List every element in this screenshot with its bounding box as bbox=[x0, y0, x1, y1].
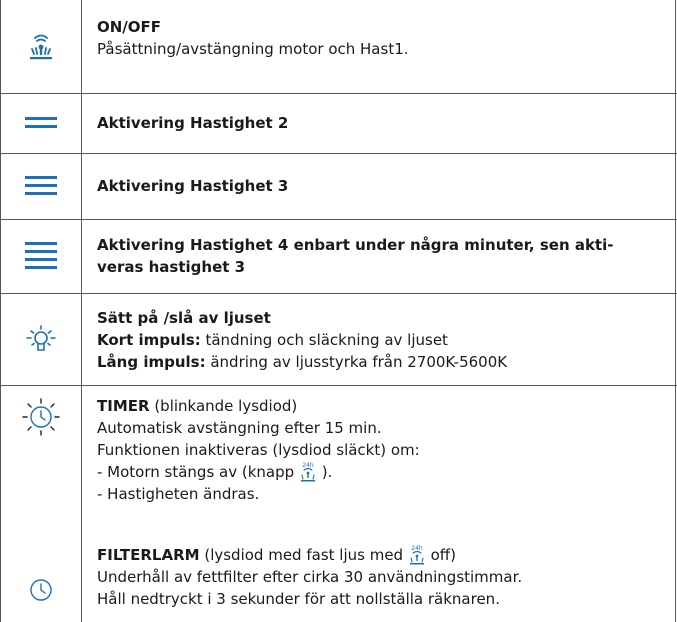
two-bars-icon bbox=[1, 93, 81, 153]
filter-title-line: FILTERLARM (lysdiod med fast ljus med 24… bbox=[97, 544, 661, 566]
fan-24h-icon: 24h bbox=[299, 461, 317, 483]
timer-title-line: TIMER (blinkande lysdiod) bbox=[97, 395, 661, 417]
filter-text: FILTERLARM (lysdiod med fast ljus med 24… bbox=[97, 544, 661, 610]
timer-title-rest: (blinkande lysdiod) bbox=[149, 397, 298, 415]
filter-title-rest-a: (lysdiod med fast ljus med bbox=[199, 546, 408, 564]
light-long-impulse: Lång impuls: ändring av ljusstyrka från … bbox=[97, 351, 661, 373]
fan-icon bbox=[1, 0, 81, 93]
filter-title-rest-b: off) bbox=[425, 546, 456, 564]
light-title: Sätt på /slå av ljuset bbox=[97, 309, 271, 327]
row-divider bbox=[1, 153, 677, 154]
long-impulse-text: ändring av ljusstyrka från 2700K-5600K bbox=[205, 353, 508, 371]
long-impulse-label: Lång impuls: bbox=[97, 353, 206, 371]
timer-line4: - Motorn stängs av (knapp 24h ). bbox=[97, 461, 661, 483]
row-divider bbox=[1, 293, 677, 294]
onoff-text: ON/OFF Påsättning/avstängning motor och … bbox=[97, 16, 661, 60]
onoff-title: ON/OFF bbox=[97, 18, 162, 36]
speed3-title: Aktivering Hastighet 3 bbox=[97, 177, 289, 195]
timer-line3: Funktionen inaktiveras (lysdiod släckt) … bbox=[97, 441, 420, 459]
three-bars-icon bbox=[1, 153, 81, 219]
timer-title: TIMER bbox=[97, 397, 150, 415]
short-impulse-label: Kort impuls: bbox=[97, 331, 201, 349]
timer-line4-a: - Motorn stängs av (knapp bbox=[97, 463, 299, 481]
timer-text: TIMER (blinkande lysdiod) Automatisk avs… bbox=[97, 395, 661, 505]
timer-blink-icon bbox=[1, 392, 81, 442]
light-short-impulse: Kort impuls: tändning och släckning av l… bbox=[97, 329, 661, 351]
four-bars-icon bbox=[1, 219, 81, 293]
timer-line4-b: ). bbox=[316, 463, 333, 481]
row-divider bbox=[1, 93, 677, 94]
light-text: Sätt på /slå av ljuset Kort impuls: tänd… bbox=[97, 307, 661, 373]
row-divider bbox=[1, 219, 677, 220]
fan-24h-icon: 24h bbox=[408, 544, 426, 566]
onoff-desc: Påsättning/avstängning motor och Hast1. bbox=[97, 40, 409, 58]
timer-line2: Automatisk avstängning efter 15 min. bbox=[97, 419, 382, 437]
timer-line5: - Hastigheten ändras. bbox=[97, 485, 260, 503]
filter-line2: Underhåll av fettfilter efter cirka 30 a… bbox=[97, 568, 523, 586]
speed4-text: Aktivering Hastighet 4 enbart under någr… bbox=[97, 234, 661, 278]
filter-line3: Håll nedtryckt i 3 sekunder för att noll… bbox=[97, 590, 500, 608]
speed4-title-line2: veras hastighet 3 bbox=[97, 258, 246, 276]
function-table: ON/OFF Påsättning/avstängning motor och … bbox=[0, 0, 677, 622]
clock-icon bbox=[1, 570, 81, 610]
speed4-title-line1: Aktivering Hastighet 4 enbart under någr… bbox=[97, 236, 614, 254]
row-divider bbox=[1, 385, 677, 386]
short-impulse-text: tändning och släckning av ljuset bbox=[200, 331, 448, 349]
speed2-title: Aktivering Hastighet 2 bbox=[97, 114, 289, 132]
filter-title: FILTERLARM bbox=[97, 546, 200, 564]
light-bulb-icon bbox=[1, 293, 81, 385]
